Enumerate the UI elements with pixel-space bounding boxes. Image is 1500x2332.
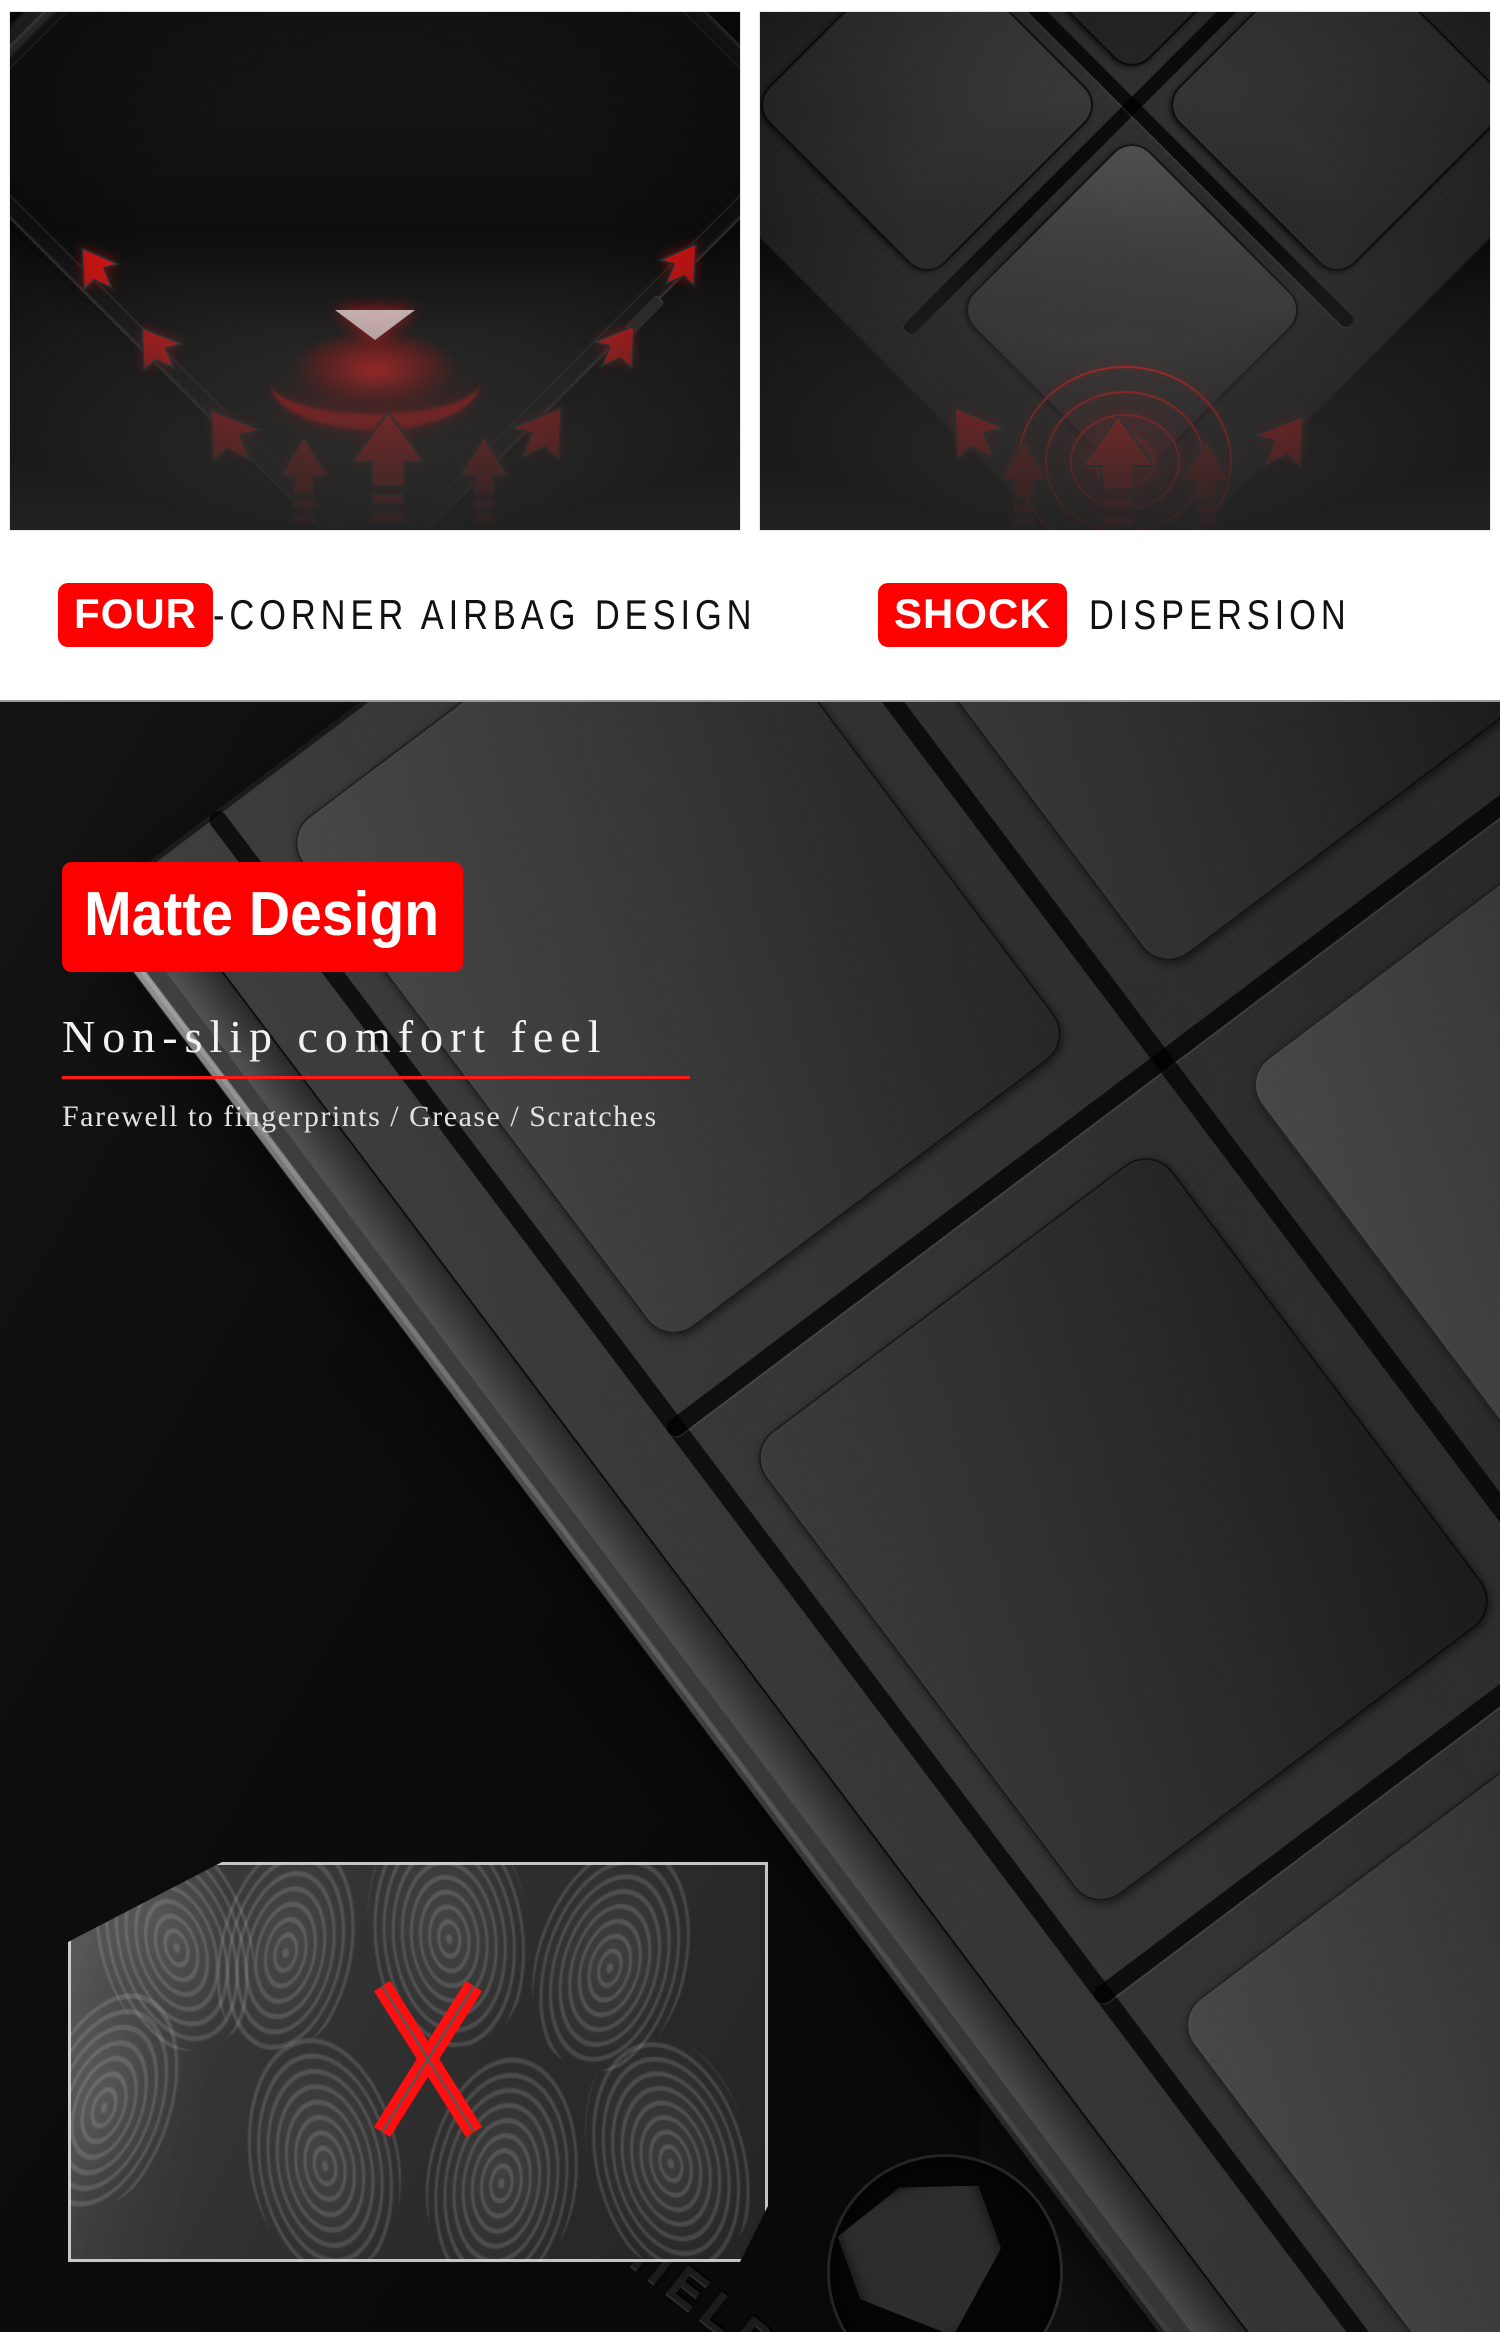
matte-design-section: RUGGED SHIELD Matte Design Non-slip comf… (0, 700, 1500, 2332)
impact-arrow-up-right-icon (506, 402, 566, 464)
caption-four-corner-airbag-design: FOUR -CORNER AIRBAG DESIGN (58, 583, 876, 647)
force-arrow-up-large-icon (1080, 414, 1156, 530)
caption-text-corner-airbag-design: -CORNER AIRBAG DESIGN (213, 591, 757, 638)
matte-design-note: Farewell to fingerprints / Grease / Scra… (62, 1100, 658, 1133)
airbag-shock-section: ED SHIELD (0, 0, 1500, 700)
force-arrow-up-small-icon (1180, 440, 1232, 530)
caption-shock-dispersion: SHOCK DISPERSION (878, 583, 1408, 647)
impact-arrow-up-left-icon (138, 322, 186, 374)
dispersion-arrow-right-icon (1248, 410, 1308, 472)
matte-design-subtitle: Non-slip comfort feel (62, 1011, 608, 1062)
subtitle-underline-rule (62, 1076, 690, 1079)
corner-tip-chevron (335, 310, 415, 340)
matte-design-title: Matte Design (62, 862, 463, 972)
caption-badge-shock: SHOCK (878, 583, 1067, 647)
inset-frame-border (68, 1862, 768, 2262)
fingerprint-sample-inset (68, 1862, 768, 2262)
impact-arrow-up-left-icon (206, 404, 266, 466)
force-arrow-up-small-icon (278, 436, 330, 530)
shock-panel: ED SHIELD (760, 12, 1490, 530)
force-arrow-up-large-icon (350, 410, 426, 530)
impact-arrow-up-left-icon (78, 244, 122, 294)
impact-arrow-up-right-icon (590, 320, 638, 372)
caption-text-dispersion: DISPERSION (1088, 591, 1351, 638)
airbag-panel (10, 12, 740, 530)
matte-copy-block: Matte Design Non-slip comfort feel Farew… (62, 862, 690, 1135)
impact-arrow-up-right-icon (656, 240, 700, 290)
caption-badge-four: FOUR (58, 583, 213, 647)
force-arrow-up-small-icon (998, 440, 1050, 530)
force-arrow-up-small-icon (458, 436, 510, 530)
